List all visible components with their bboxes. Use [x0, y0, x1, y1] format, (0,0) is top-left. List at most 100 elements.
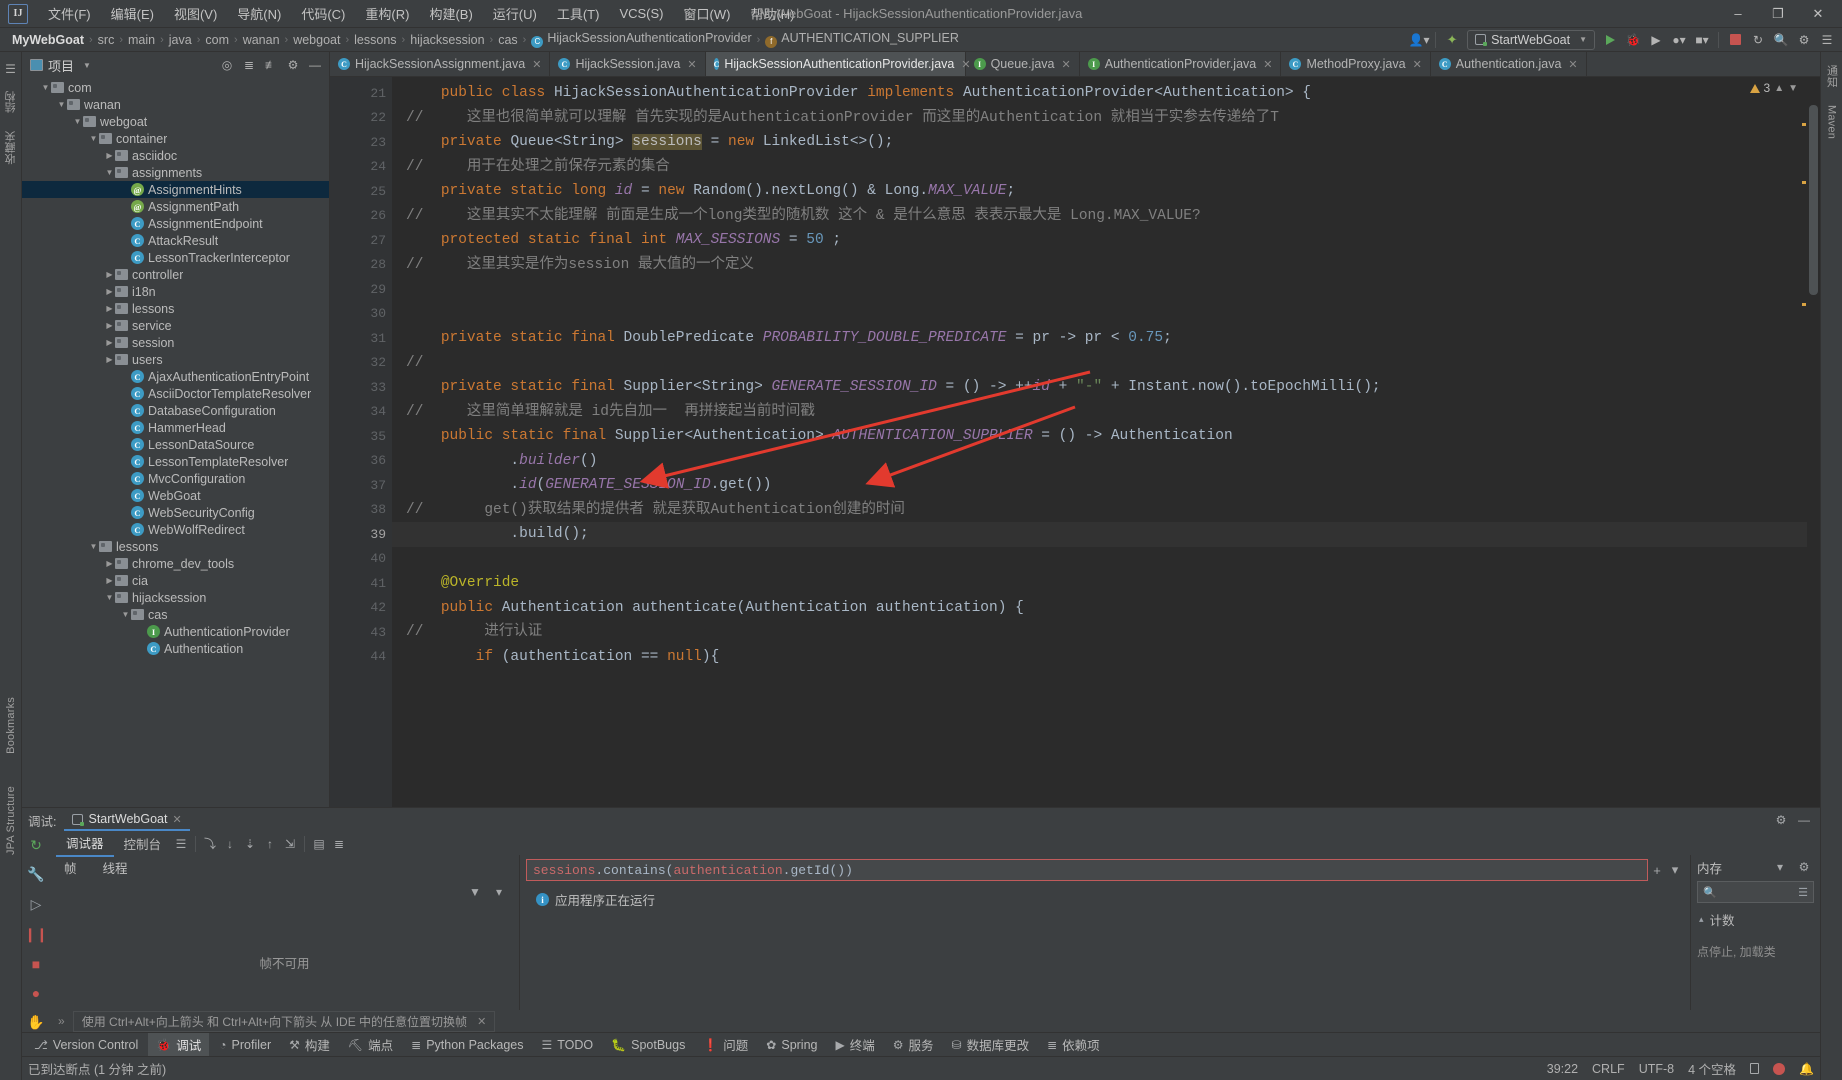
code-line[interactable]: public class HijackSessionAuthentication…: [392, 81, 1820, 106]
rail-item-jpa-structure[interactable]: JPA Structure: [5, 786, 17, 855]
gutter-line[interactable]: 39: [330, 522, 392, 547]
code-line[interactable]: if (authentication == null){: [392, 645, 1820, 670]
tree-node[interactable]: @ AssignmentHints: [22, 181, 329, 198]
chevron-down-icon[interactable]: ▼: [1788, 83, 1798, 94]
rail-item-structure[interactable]: 结构: [3, 91, 19, 113]
chevron-down-icon[interactable]: ▼: [88, 134, 99, 143]
tool-window-button[interactable]: ⚙ 服务: [885, 1033, 942, 1056]
force-step-into-icon[interactable]: ⇣: [240, 834, 260, 854]
menu-run[interactable]: 运行(U): [483, 1, 547, 26]
chevron-right-icon[interactable]: ▶: [104, 304, 115, 313]
hamburger-menu-icon[interactable]: ☰: [1816, 30, 1838, 50]
step-over-icon[interactable]: ⤵: [200, 834, 220, 854]
tree-node[interactable]: C AssignmentEndpoint: [22, 215, 329, 232]
close-tab-icon[interactable]: ✕: [687, 58, 696, 71]
debug-session-tab[interactable]: StartWebGoat ✕: [64, 809, 190, 831]
watch-expression-input[interactable]: sessions .contains(authentication .getId()…: [526, 859, 1648, 881]
gutter-line[interactable]: 40: [330, 547, 392, 572]
menu-view[interactable]: 视图(V): [164, 1, 227, 26]
code-line[interactable]: // get()获取结果的提供者 就是获取Authentication创建的时间: [392, 498, 1820, 523]
editor-tab[interactable]: I Queue.java ✕: [966, 52, 1080, 76]
code-line[interactable]: [392, 277, 1820, 302]
chevron-right-icon[interactable]: ▶: [104, 321, 115, 330]
stop-button[interactable]: [1724, 30, 1746, 50]
tree-node[interactable]: ▼ lessons: [22, 538, 329, 555]
editor-tab[interactable]: C HijackSession.java ✕: [550, 52, 706, 76]
tree-node[interactable]: C LessonTrackerInterceptor: [22, 249, 329, 266]
gutter-line[interactable]: 44: [330, 645, 392, 670]
gutter-line[interactable]: 33: [330, 375, 392, 400]
chevron-right-icon[interactable]: ▶: [104, 338, 115, 347]
code-line[interactable]: // 这里其实不太能理解 前面是生成一个long类型的随机数 这个 & 是什么意…: [392, 204, 1820, 229]
line-separator[interactable]: CRLF: [1592, 1062, 1625, 1076]
tree-node[interactable]: ▼ wanan: [22, 96, 329, 113]
tree-node[interactable]: @ AssignmentPath: [22, 198, 329, 215]
menu-window[interactable]: 窗口(W): [674, 1, 741, 26]
inspection-bug-icon[interactable]: [1773, 1062, 1786, 1075]
menu-edit[interactable]: 编辑(E): [101, 1, 164, 26]
hide-panel-icon[interactable]: —: [305, 55, 325, 75]
menu-refactor[interactable]: 重构(R): [355, 1, 419, 26]
rail-item-favorites[interactable]: 收藏夹: [3, 131, 19, 165]
code-line[interactable]: public static final Supplier<Authenticat…: [392, 424, 1820, 449]
code-line[interactable]: private static final DoublePredicate PRO…: [392, 326, 1820, 351]
tree-node[interactable]: ▶ service: [22, 317, 329, 334]
gutter-line[interactable]: 26: [330, 204, 392, 229]
tool-window-button[interactable]: ▶ 终端: [828, 1033, 883, 1056]
scroll-from-source-icon[interactable]: ◎: [217, 55, 237, 75]
chevron-right-icon[interactable]: ▶: [104, 287, 115, 296]
profile-button[interactable]: ●▾: [1668, 30, 1690, 50]
tree-node[interactable]: C AjaxAuthenticationEntryPoint: [22, 368, 329, 385]
gutter-line[interactable]: 38: [330, 498, 392, 523]
breadcrumb-item-wanan[interactable]: wanan: [239, 32, 284, 48]
inspection-status[interactable]: 3 ▲ ▼: [1749, 81, 1798, 95]
maximize-button[interactable]: ❐: [1758, 1, 1798, 27]
tool-window-button[interactable]: ⛏ 端点: [340, 1033, 401, 1056]
step-out-icon[interactable]: ↑: [260, 834, 280, 854]
layout-settings-icon[interactable]: ☰: [171, 834, 191, 854]
gutter-line[interactable]: 27: [330, 228, 392, 253]
breadcrumb-item-hijacksession[interactable]: hijacksession: [406, 32, 488, 48]
debug-button[interactable]: 🐞: [1622, 30, 1644, 50]
tool-window-bar[interactable]: ⎇ Version Control 🐞 调试 ◔ Profiler ⚒ 构建 ⛏ 端点 ≣ Pytho…: [22, 1032, 1820, 1056]
editor-tab[interactable]: C MethodProxy.java ✕: [1281, 52, 1431, 76]
tool-window-button[interactable]: 🐞 调试: [148, 1033, 210, 1056]
close-tab-icon[interactable]: ✕: [1263, 58, 1272, 71]
chevron-right-icon[interactable]: ▶: [104, 355, 115, 364]
memory-settings-icon[interactable]: ⚙: [1794, 857, 1814, 877]
ide-notifications-icon[interactable]: 🔔: [1799, 1062, 1814, 1076]
tab-debugger[interactable]: 调试器: [56, 830, 114, 857]
gutter-line[interactable]: 25: [330, 179, 392, 204]
gutter-line[interactable]: 43: [330, 620, 392, 645]
project-settings-icon[interactable]: ⚙: [283, 55, 303, 75]
menu-vcs[interactable]: VCS(S): [609, 3, 673, 24]
code-content[interactable]: public class HijackSessionAuthentication…: [392, 77, 1820, 807]
tree-node[interactable]: C AsciiDoctorTemplateResolver: [22, 385, 329, 402]
tool-window-button[interactable]: ✿ Spring: [758, 1036, 825, 1054]
hammer-build-icon[interactable]: ✦: [1441, 30, 1463, 50]
gutter-line[interactable]: 24: [330, 155, 392, 180]
chevron-down-icon[interactable]: ▼: [40, 83, 51, 92]
code-line[interactable]: .build();: [392, 522, 1820, 547]
indent-setting[interactable]: 4 个空格: [1688, 1059, 1736, 1078]
tree-node[interactable]: ▼ cas: [22, 606, 329, 623]
run-to-cursor-icon[interactable]: ⇲: [280, 834, 300, 854]
tool-window-button[interactable]: ⚒ 构建: [281, 1033, 338, 1056]
chevron-down-icon[interactable]: ▼: [88, 542, 99, 551]
menu-help[interactable]: 帮助(H): [740, 1, 804, 26]
evaluate-expression-icon[interactable]: ▤: [309, 834, 329, 854]
close-tab-icon[interactable]: ✕: [1568, 58, 1577, 71]
menu-navigate[interactable]: 导航(N): [227, 1, 291, 26]
expand-all-icon[interactable]: ≣: [239, 55, 259, 75]
tree-node[interactable]: ▼ com: [22, 79, 329, 96]
code-line[interactable]: private static final Supplier<String> GE…: [392, 375, 1820, 400]
collapse-all-icon[interactable]: ≢: [261, 55, 281, 75]
caret-position[interactable]: 39:22: [1547, 1062, 1578, 1076]
project-title-pill[interactable]: 项目 ▼: [26, 54, 95, 77]
file-encoding[interactable]: UTF-8: [1639, 1062, 1674, 1076]
gutter-line[interactable]: 22: [330, 106, 392, 131]
more-run-button[interactable]: ■▾: [1691, 30, 1713, 50]
code-line[interactable]: // 这里其实是作为session 最大值的一个定义: [392, 253, 1820, 278]
code-line[interactable]: .id(GENERATE_SESSION_ID.get()): [392, 473, 1820, 498]
tool-window-button[interactable]: ≣ 依赖项: [1039, 1033, 1108, 1056]
